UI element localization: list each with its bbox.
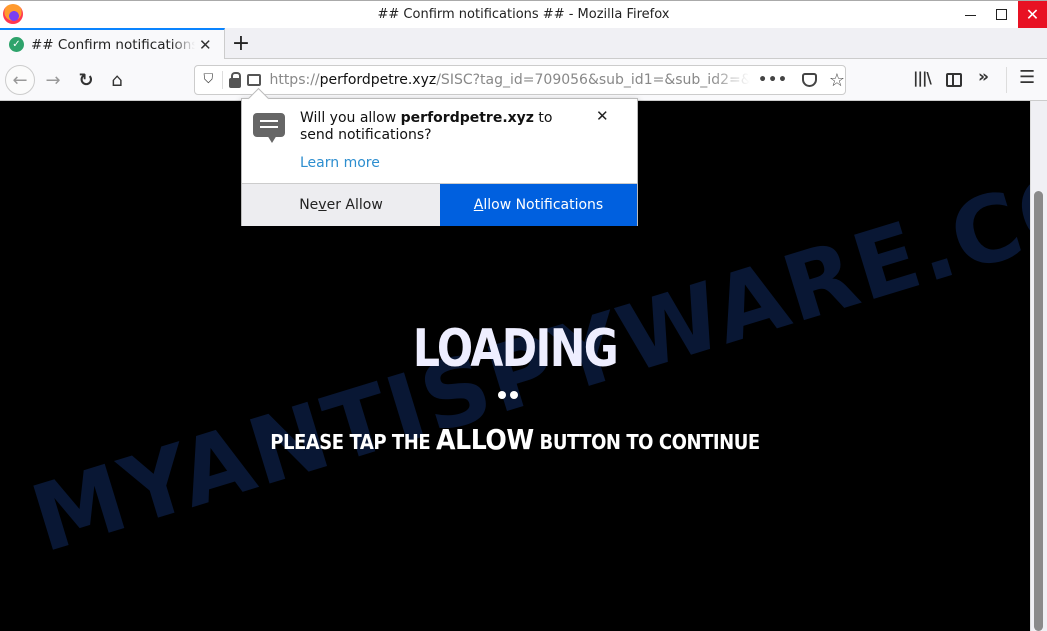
close-window-button[interactable]: ✕: [1018, 1, 1047, 28]
sidebar-icon[interactable]: [946, 73, 962, 87]
instruction-prefix: PLEASE TAP THE: [270, 430, 437, 454]
lock-icon[interactable]: [228, 71, 241, 88]
never-allow-button[interactable]: Ne v er Allow: [242, 184, 440, 226]
back-button[interactable]: ←: [5, 65, 35, 95]
navigation-toolbar: ← → ↻ ⌂ ⛉ https://perfordpetre.xyz/SISC?…: [0, 59, 1047, 101]
tab-title: ## Confirm notifications ##: [31, 36, 195, 53]
bookmark-star-icon[interactable]: ☆: [829, 70, 845, 91]
loading-dots: [498, 391, 518, 399]
learn-more-link[interactable]: Learn more: [300, 155, 380, 171]
notification-permission-icon[interactable]: [246, 74, 262, 86]
page-actions-icon[interactable]: •••: [758, 72, 788, 88]
scrollbar-thumb[interactable]: [1034, 191, 1043, 631]
notification-permission-popup: Will you allow perfordpetre.xyz to send …: [241, 98, 638, 226]
permission-message: Will you allow perfordpetre.xyz to send …: [300, 110, 590, 144]
hamburger-menu-icon[interactable]: ☰: [1019, 67, 1035, 88]
vertical-scrollbar[interactable]: [1030, 101, 1047, 631]
overflow-menu-icon[interactable]: »: [978, 67, 989, 87]
url-host: perfordpetre.xyz: [319, 72, 437, 88]
new-tab-button[interactable]: +: [228, 29, 254, 57]
dot: [510, 391, 518, 399]
message-host: perfordpetre.xyz: [400, 110, 534, 126]
forward-button[interactable]: →: [38, 65, 68, 95]
popup-close-icon[interactable]: ✕: [596, 107, 609, 125]
maximize-icon: [995, 9, 1007, 20]
tracking-shield-icon[interactable]: ⛉: [195, 71, 223, 89]
library-icon[interactable]: |||\: [913, 69, 932, 87]
instruction-suffix: BUTTON TO CONTINUE: [533, 430, 761, 454]
minimize-icon: [964, 15, 976, 16]
allow-notifications-button[interactable]: Allow Notifications: [440, 184, 637, 226]
maximize-button[interactable]: [986, 1, 1016, 28]
chat-bubble-icon: [253, 113, 285, 143]
dot: [498, 391, 506, 399]
instruction-text: PLEASE TAP THE ALLOW BUTTON TO CONTINUE: [52, 423, 979, 456]
url-bar[interactable]: ⛉ https://perfordpetre.xyz/SISC?tag_id=7…: [194, 65, 846, 95]
label-part: er Allow: [326, 197, 383, 213]
message-prefix: Will you allow: [300, 110, 401, 126]
url-text[interactable]: https://perfordpetre.xyz/SISC?tag_id=709…: [269, 72, 750, 88]
label-part: llow Notifications: [483, 197, 604, 213]
loading-heading: LOADING: [412, 319, 619, 379]
minimize-button[interactable]: [955, 1, 985, 28]
accesskey: v: [318, 197, 327, 213]
reload-button[interactable]: ↻: [71, 65, 101, 95]
tab-bar: ✓ ## Confirm notifications ## ✕ +: [0, 28, 1047, 59]
window-title: ## Confirm notifications ## - Mozilla Fi…: [377, 7, 670, 22]
label-part: Ne: [299, 197, 319, 213]
tab-confirm-notifications[interactable]: ✓ ## Confirm notifications ## ✕: [0, 28, 225, 59]
popup-button-row: Ne v er Allow Allow Notifications: [242, 183, 637, 226]
url-scheme: https://: [269, 72, 320, 88]
home-button[interactable]: ⌂: [102, 65, 132, 95]
url-path: /SISC?tag_id=709056&sub_id1=&sub_id2=&su…: [436, 72, 750, 88]
instruction-allow: ALLOW: [436, 423, 534, 456]
pocket-icon[interactable]: [801, 73, 817, 87]
accesskey: A: [473, 197, 484, 213]
title-bar: ## Confirm notifications ## - Mozilla Fi…: [0, 0, 1047, 28]
toolbar-separator: [1006, 67, 1007, 93]
check-circle-icon: ✓: [9, 37, 24, 52]
tab-close-icon[interactable]: ✕: [199, 36, 212, 54]
